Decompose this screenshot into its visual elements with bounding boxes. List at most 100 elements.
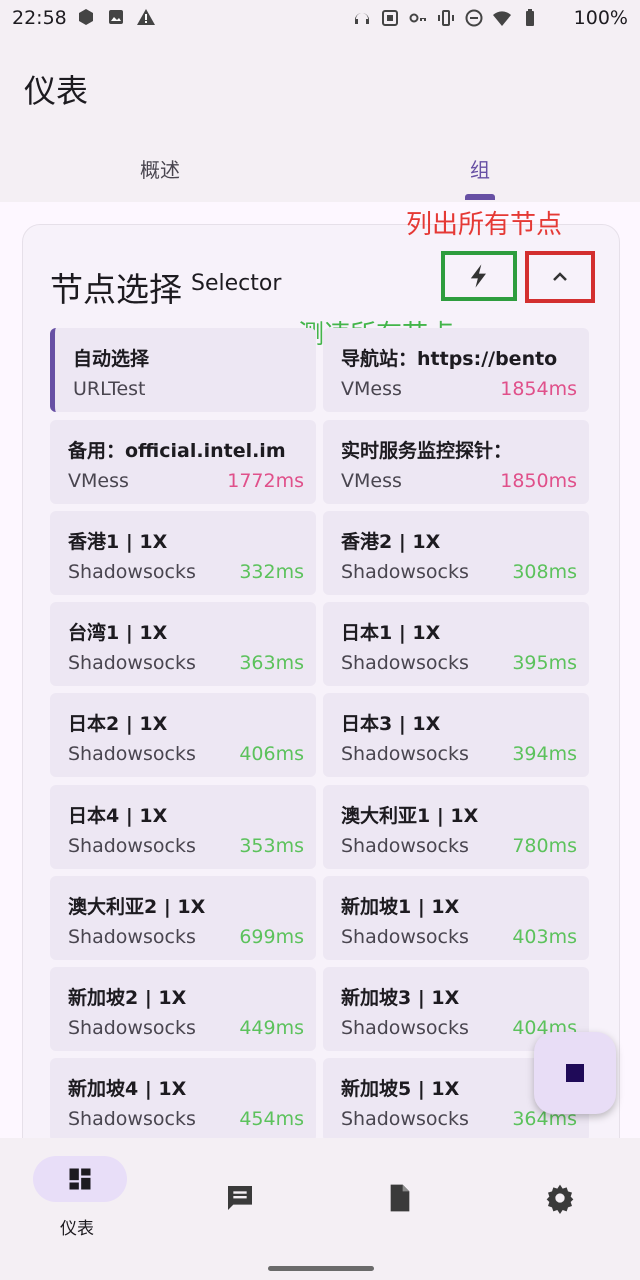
proxy-type: Shadowsocks (341, 1017, 469, 1039)
proxy-type: Shadowsocks (341, 652, 469, 674)
battery-percent: 100% (573, 7, 628, 29)
do-not-disturb-icon (465, 9, 483, 27)
proxy-name: 自动选择 (73, 348, 150, 370)
proxy-delay: 699ms (239, 926, 304, 948)
stop-icon (566, 1064, 584, 1082)
proxy-delay: 454ms (239, 1108, 304, 1130)
message-icon[interactable] (224, 1182, 256, 1214)
proxy-delay: 780ms (512, 835, 577, 857)
headset-icon (355, 13, 369, 24)
proxy-item[interactable]: 日本4 | 1X Shadowsocks 353ms (50, 785, 316, 869)
proxy-name: 日本2 | 1X (68, 713, 168, 735)
test-delay-button[interactable] (441, 251, 517, 301)
proxy-type: Shadowsocks (68, 1108, 196, 1130)
proxy-name: 导航站：https://bento (341, 348, 558, 370)
home-indicator[interactable] (268, 1266, 374, 1271)
proxy-item[interactable]: 香港1 | 1X Shadowsocks 332ms (50, 511, 316, 595)
page-title: 仪表 (24, 72, 89, 110)
nav-dashboard[interactable] (33, 1156, 127, 1202)
proxy-type: Shadowsocks (68, 652, 196, 674)
proxy-name: 新加坡3 | 1X (341, 987, 460, 1009)
group-type: Selector (191, 271, 282, 296)
tab-group[interactable]: 组 (470, 154, 490, 183)
proxy-name: 香港2 | 1X (341, 531, 441, 553)
proxy-delay: 395ms (512, 652, 577, 674)
dashboard-icon (69, 1168, 91, 1190)
proxy-item[interactable]: 澳大利亚1 | 1X Shadowsocks 780ms (323, 785, 589, 869)
proxy-item[interactable]: 日本3 | 1X Shadowsocks 394ms (323, 693, 589, 777)
proxy-item[interactable]: 备用：official.intel.im VMess 1772ms (50, 420, 316, 504)
proxy-delay: 308ms (512, 561, 577, 583)
proxy-type: Shadowsocks (341, 743, 469, 765)
group-title: 节点选择 (50, 270, 182, 309)
proxy-type: Shadowsocks (341, 926, 469, 948)
status-time: 22:58 (12, 7, 67, 29)
proxy-item[interactable]: 新加坡1 | 1X Shadowsocks 403ms (323, 876, 589, 960)
system-icons (352, 8, 540, 28)
proxy-item[interactable]: 自动选择 URLTest (50, 328, 316, 412)
proxy-name: 实时服务监控探针： (341, 440, 513, 462)
proxy-name: 日本1 | 1X (341, 622, 441, 644)
proxy-delay: 403ms (512, 926, 577, 948)
proxy-type: URLTest (73, 378, 146, 400)
proxy-item[interactable]: 日本2 | 1X Shadowsocks 406ms (50, 693, 316, 777)
proxy-type: Shadowsocks (68, 561, 196, 583)
notification-icons (76, 7, 156, 27)
proxy-type: VMess (68, 470, 129, 492)
proxy-type: Shadowsocks (68, 835, 196, 857)
settings-icon[interactable] (544, 1182, 576, 1214)
proxy-item[interactable]: 台湾1 | 1X Shadowsocks 363ms (50, 602, 316, 686)
proxy-item[interactable]: 导航站：https://bento VMess 1854ms (323, 328, 589, 412)
proxy-type: VMess (341, 378, 402, 400)
proxy-delay: 406ms (239, 743, 304, 765)
proxy-delay: 363ms (239, 652, 304, 674)
chevron-up-icon (553, 272, 567, 281)
proxy-item[interactable]: 新加坡4 | 1X Shadowsocks 454ms (50, 1058, 316, 1142)
vibrate-icon (438, 10, 454, 26)
proxy-type: Shadowsocks (68, 1017, 196, 1039)
proxy-name: 新加坡4 | 1X (68, 1078, 187, 1100)
proxy-name: 备用：official.intel.im (68, 440, 286, 462)
proxy-delay: 1854ms (500, 378, 577, 400)
proxy-name: 澳大利亚2 | 1X (68, 896, 206, 918)
expand-button[interactable] (525, 251, 595, 303)
proxy-type: Shadowsocks (68, 926, 196, 948)
proxy-type: Shadowsocks (341, 1108, 469, 1130)
proxy-name: 澳大利亚1 | 1X (341, 805, 479, 827)
proxy-item[interactable]: 澳大利亚2 | 1X Shadowsocks 699ms (50, 876, 316, 960)
proxy-type: Shadowsocks (341, 835, 469, 857)
lightning-icon (470, 264, 486, 288)
proxy-name: 台湾1 | 1X (68, 622, 168, 644)
bottom-navigation: 仪表 (0, 1138, 640, 1280)
battery-icon (526, 9, 534, 26)
proxy-delay: 449ms (239, 1017, 304, 1039)
proxy-type: Shadowsocks (68, 743, 196, 765)
warning-icon (137, 9, 155, 25)
annotation-list-all: 列出所有节点 (406, 210, 563, 240)
proxy-item[interactable]: 香港2 | 1X Shadowsocks 308ms (323, 511, 589, 595)
wifi-icon (493, 11, 511, 26)
tab-indicator (465, 194, 495, 200)
proxy-type: VMess (341, 470, 402, 492)
proxy-name: 日本4 | 1X (68, 805, 168, 827)
proxy-item[interactable]: 实时服务监控探针： VMess 1850ms (323, 420, 589, 504)
tab-overview[interactable]: 概述 (140, 154, 180, 183)
status-bar: 22:58 100% (0, 0, 640, 36)
proxy-delay: 1772ms (227, 470, 304, 492)
nav-dashboard-label: 仪表 (60, 1219, 94, 1239)
proxy-item[interactable]: 新加坡2 | 1X Shadowsocks 449ms (50, 967, 316, 1051)
proxy-name: 日本3 | 1X (341, 713, 441, 735)
nfc-icon (382, 10, 398, 26)
key-icon (409, 13, 426, 23)
image-icon (109, 10, 123, 24)
proxy-delay: 394ms (512, 743, 577, 765)
proxy-name: 香港1 | 1X (68, 531, 168, 553)
proxy-delay: 353ms (239, 835, 304, 857)
app-header: 仪表 概述 组 (0, 36, 640, 202)
proxy-delay: 332ms (239, 561, 304, 583)
document-icon[interactable] (384, 1182, 416, 1214)
proxy-name: 新加坡1 | 1X (341, 896, 460, 918)
stop-fab[interactable] (534, 1032, 616, 1114)
package-icon (79, 9, 93, 25)
proxy-item[interactable]: 日本1 | 1X Shadowsocks 395ms (323, 602, 589, 686)
